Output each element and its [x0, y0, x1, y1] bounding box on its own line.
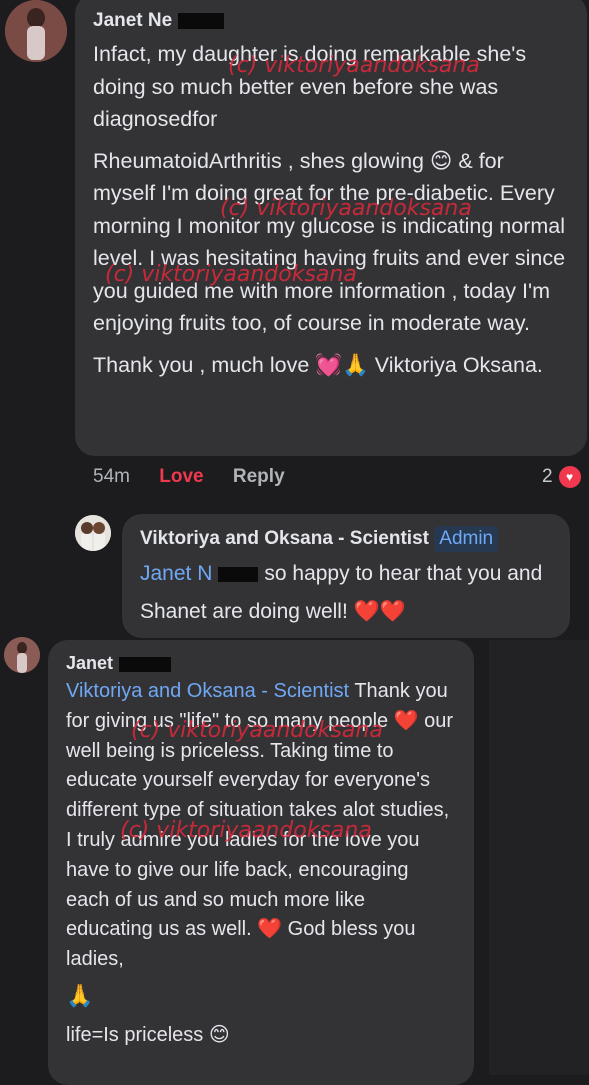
- redacted-name: [218, 566, 259, 582]
- mention-link[interactable]: Viktoriya and Oksana - Scientist: [66, 680, 349, 702]
- comment-bubble: Janet Ne Infact, my daughter is doing re…: [75, 0, 587, 456]
- reaction-count[interactable]: 2 ♥: [542, 464, 583, 490]
- comment-author[interactable]: Janet Ne: [93, 8, 569, 34]
- avatar-viktoriya-oksana[interactable]: [75, 515, 111, 551]
- comment-last-line: life=Is priceless 😊: [66, 1023, 230, 1046]
- comment-body: Infact, my daughter is doing remarkable …: [93, 38, 569, 381]
- comment-body: Viktoriya and Oksana - Scientist Thank y…: [66, 677, 456, 975]
- pray-emoji: 🙏: [66, 982, 94, 1008]
- comment-author[interactable]: Janet: [66, 650, 456, 676]
- comment-paragraph: Infact, my daughter is doing remarkable …: [93, 42, 527, 131]
- comment-meta: 54m Love Reply: [93, 466, 285, 488]
- comment-bubble: Janet Viktoriya and Oksana - Scientist T…: [48, 640, 474, 1085]
- mention-link[interactable]: Janet N: [140, 562, 212, 585]
- comment-text: Thank you for giving us "life" to so man…: [66, 680, 454, 971]
- reply-body: Janet Nso happy to hear that you and Sha…: [140, 555, 552, 631]
- timestamp: 54m: [93, 466, 130, 487]
- comment-paragraph: RheumatoidArthritis , shes glowing 😊 & f…: [93, 148, 566, 336]
- admin-badge: Admin: [434, 526, 499, 552]
- redacted-name: [178, 12, 225, 29]
- reaction-count-text: 2: [542, 466, 553, 487]
- reply-author[interactable]: Viktoriya and Oksana - Scientist: [140, 528, 429, 549]
- love-button[interactable]: Love: [159, 466, 203, 487]
- redacted-name: [119, 656, 172, 672]
- reply-author-row: Viktoriya and Oksana - Scientist Admin: [140, 526, 552, 552]
- reply-button[interactable]: Reply: [233, 466, 285, 487]
- reply-bubble: Viktoriya and Oksana - Scientist Admin J…: [122, 514, 570, 638]
- thread-column: [489, 640, 589, 1075]
- avatar-janet-small[interactable]: [4, 637, 40, 673]
- heart-reaction-icon: ♥: [556, 464, 583, 490]
- comment-paragraph: Thank you , much love 💓🙏 Viktoriya Oksan…: [93, 352, 543, 377]
- avatar-janet[interactable]: [5, 0, 67, 62]
